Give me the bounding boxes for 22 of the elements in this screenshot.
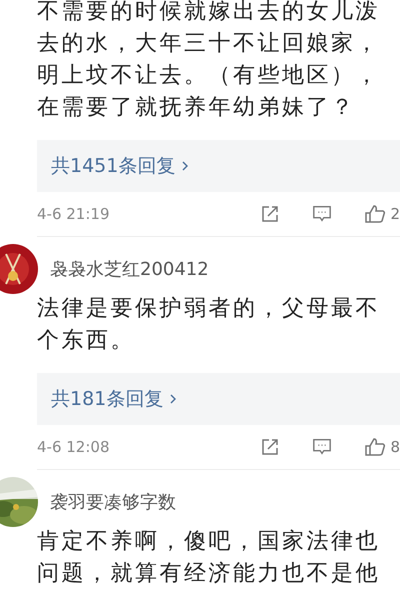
- comment-text: 在需要了就抚养年幼弟妹了？: [37, 94, 356, 122]
- replies-link[interactable]: 共181条回复: [51, 386, 178, 412]
- comment-text: 肯定不养啊，傻吧，国家法律也: [37, 528, 381, 556]
- share-icon[interactable]: [260, 204, 280, 224]
- comment-text: 个东西。: [37, 327, 136, 355]
- chevron-icon: [169, 393, 178, 405]
- like-button[interactable]: 8: [364, 437, 400, 457]
- comment-text: 问题，就算有经济能力也不是他: [37, 560, 381, 588]
- comment-icon[interactable]: [312, 437, 332, 457]
- user-name[interactable]: 袭羽要凑够字数: [50, 490, 176, 514]
- replies-link[interactable]: 共1451条回复: [51, 153, 190, 179]
- comment-text: 法律是要保护弱者的，父母最不: [37, 295, 381, 323]
- timestamp: 4-6 12:08: [37, 438, 110, 456]
- comment-text: 明上坟不让去。（有些地区），: [37, 62, 381, 90]
- comment-text: 去的水，大年三十不让回娘家，: [37, 30, 381, 58]
- chevron-icon: [181, 160, 190, 172]
- like-button[interactable]: 2: [364, 204, 400, 224]
- comment-text: 不需要的时候就嫁出去的女儿泼: [37, 0, 381, 26]
- timestamp: 4-6 21:19: [37, 205, 110, 223]
- user-name[interactable]: 袅袅水芝红200412: [50, 257, 209, 281]
- share-icon[interactable]: [260, 437, 280, 457]
- comment-icon[interactable]: [312, 204, 332, 224]
